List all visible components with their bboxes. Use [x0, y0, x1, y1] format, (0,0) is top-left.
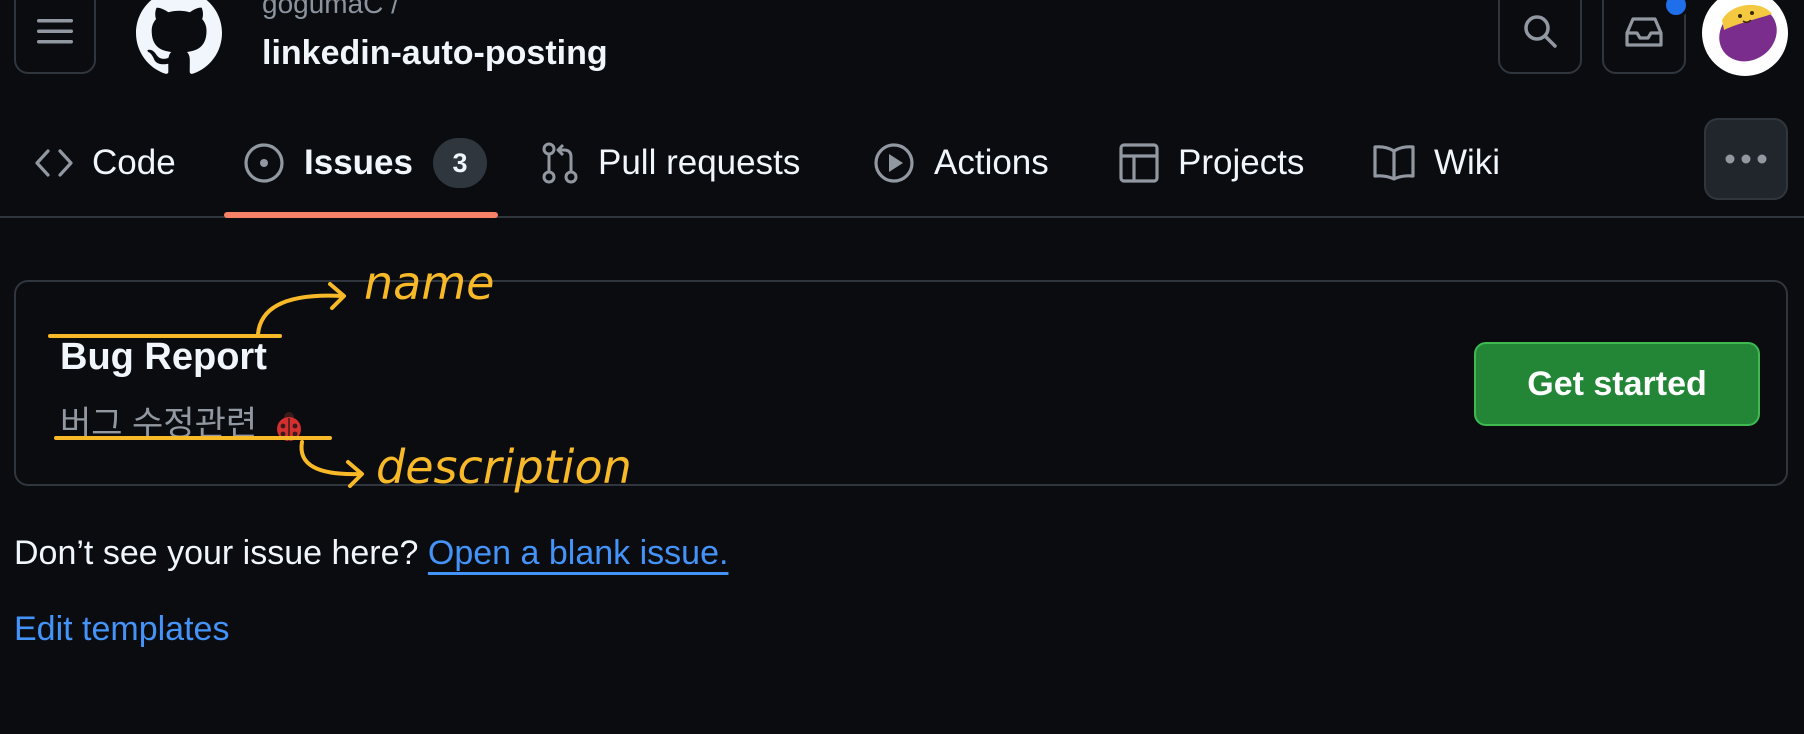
edit-templates-link[interactable]: Edit templates — [14, 610, 229, 649]
book-icon — [1373, 145, 1415, 181]
tab-issues[interactable]: Issues 3 — [242, 110, 487, 216]
avatar[interactable] — [1702, 0, 1788, 76]
issue-template-card: Bug Report 버그 수정관련 Get started — [14, 280, 1788, 486]
code-icon — [35, 149, 73, 177]
repo-name-link[interactable]: linkedin-auto-posting — [262, 34, 608, 73]
git-pull-request-icon — [542, 142, 578, 184]
open-blank-issue-link[interactable]: Open a blank issue. — [428, 534, 729, 572]
tab-pull-requests-label: Pull requests — [598, 143, 801, 182]
blank-issue-prompt: Don’t see your issue here? Open a blank … — [14, 534, 728, 573]
tab-actions-label: Actions — [934, 143, 1049, 182]
tab-code-label: Code — [92, 143, 176, 182]
issues-count-badge: 3 — [432, 138, 487, 188]
inbox-icon — [1625, 17, 1663, 47]
annotation-name: name — [364, 256, 495, 310]
search-icon — [1524, 15, 1557, 48]
get-started-button[interactable]: Get started — [1474, 342, 1760, 426]
tab-issues-label: Issues — [304, 143, 413, 182]
repo-nav-tabs: Code Issues 3 Pull requests Actions Proj… — [0, 110, 1804, 218]
hamburger-icon — [37, 19, 73, 44]
template-name: Bug Report — [60, 336, 267, 378]
tab-code[interactable]: Code — [34, 110, 176, 216]
selected-tab-underline — [224, 212, 498, 218]
tab-wiki[interactable]: Wiki — [1372, 110, 1500, 216]
repo-owner-link[interactable]: gogumaC / — [262, 0, 399, 20]
menu-button[interactable] — [14, 0, 96, 74]
tab-pull-requests[interactable]: Pull requests — [540, 110, 800, 216]
search-button[interactable] — [1498, 0, 1582, 74]
template-description: 버그 수정관련 — [60, 396, 307, 445]
tab-wiki-label: Wiki — [1434, 143, 1501, 182]
ladybug-icon — [276, 412, 301, 442]
tab-actions[interactable]: Actions — [872, 110, 1049, 216]
tab-projects-label: Projects — [1178, 143, 1305, 182]
sweet-potato-avatar-icon — [1719, 4, 1777, 62]
kebab-horizontal-icon — [1725, 154, 1767, 164]
blank-issue-prompt-text: Don’t see your issue here? — [14, 534, 428, 572]
annotation-description: description — [376, 440, 632, 494]
play-icon — [874, 143, 914, 183]
template-description-text: 버그 수정관련 — [60, 405, 258, 443]
github-logo-icon[interactable] — [134, 0, 224, 76]
issue-opened-icon — [244, 143, 284, 183]
more-tabs-button[interactable] — [1704, 118, 1788, 200]
tab-projects[interactable]: Projects — [1118, 110, 1304, 216]
table-icon — [1119, 143, 1159, 183]
